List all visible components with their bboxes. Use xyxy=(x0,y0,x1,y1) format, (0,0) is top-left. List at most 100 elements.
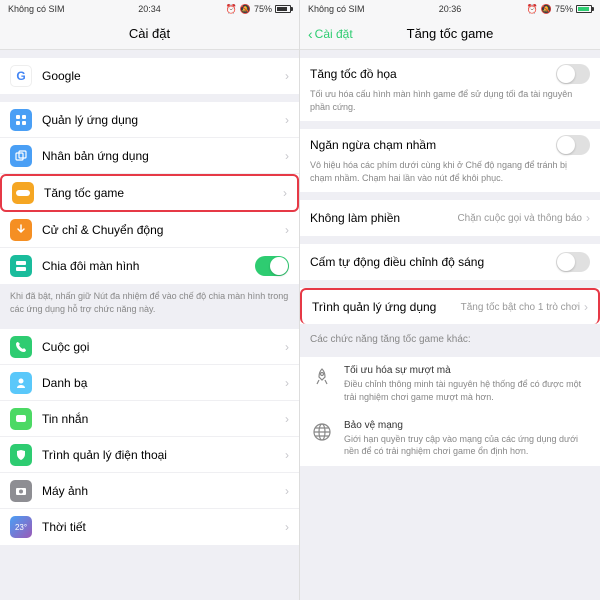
gesture-icon xyxy=(10,219,32,241)
row-description: Vô hiệu hóa các phím dưới cùng khi ở Chế… xyxy=(310,159,590,184)
sim-status: Không có SIM xyxy=(308,4,403,14)
row-label: Tin nhắn xyxy=(42,412,285,426)
chevron-right-icon: › xyxy=(285,340,289,354)
back-button[interactable]: ‹ Cài đặt xyxy=(308,26,353,42)
row-sublabel: Chặn cuộc gọi và thông báo xyxy=(457,213,582,224)
mistouch-toggle[interactable] xyxy=(556,135,590,155)
row-do-not-disturb[interactable]: Không làm phiền Chặn cuộc gọi và thông b… xyxy=(300,200,600,236)
row-label: Danh bạ xyxy=(42,376,285,390)
row-gestures[interactable]: Cử chỉ & Chuyển động › xyxy=(0,212,299,248)
feature-title: Tối ưu hóa sự mượt mà xyxy=(344,365,590,376)
sim-status: Không có SIM xyxy=(8,4,102,14)
rocket-icon xyxy=(310,365,334,389)
row-app-manager[interactable]: Trình quản lý ứng dụng Tăng tốc bật cho … xyxy=(300,288,600,324)
shield-icon xyxy=(10,444,32,466)
chevron-right-icon: › xyxy=(586,211,590,225)
back-label: Cài đặt xyxy=(315,27,353,41)
row-split-screen[interactable]: Chia đôi màn hình xyxy=(0,248,299,284)
clock: 20:34 xyxy=(102,4,196,14)
weather-icon: 23° xyxy=(10,516,32,538)
status-bar: Không có SIM 20:36 ⏰ 🔕 75% xyxy=(300,0,600,18)
apps-icon xyxy=(10,109,32,131)
row-app-management[interactable]: Quản lý ứng dụng › xyxy=(0,102,299,138)
row-label: Trình quản lý ứng dụng xyxy=(312,300,461,314)
alarm-icon: ⏰ xyxy=(226,4,237,15)
battery-icon xyxy=(275,5,291,13)
clone-icon xyxy=(10,145,32,167)
message-icon xyxy=(10,408,32,430)
feature-title: Bảo vệ mạng xyxy=(344,420,590,431)
chevron-right-icon: › xyxy=(285,69,289,83)
battery-text: 75% xyxy=(254,4,272,14)
row-contacts[interactable]: Danh bạ › xyxy=(0,365,299,401)
row-label: Tăng tốc game xyxy=(44,186,283,200)
row-label: Google xyxy=(42,69,285,83)
left-screen: Không có SIM 20:34 ⏰ 🔕 75% Cài đặt G Goo… xyxy=(0,0,300,600)
row-phone-manager[interactable]: Trình quản lý điện thoại › xyxy=(0,437,299,473)
chevron-right-icon: › xyxy=(285,484,289,498)
dnd-icon: 🔕 xyxy=(541,4,552,15)
row-graphics-boost[interactable]: Tăng tốc đồ họa Tối ưu hóa cấu hình màn … xyxy=(300,58,600,121)
row-brightness-lock[interactable]: Cấm tự động điều chỉnh độ sáng xyxy=(300,244,600,280)
split-screen-icon xyxy=(10,255,32,277)
gamepad-icon xyxy=(12,182,34,204)
chevron-right-icon: › xyxy=(285,113,289,127)
battery-text: 75% xyxy=(555,4,573,14)
clock: 20:36 xyxy=(403,4,498,14)
row-sublabel: Tăng tốc bật cho 1 trò chơi xyxy=(461,302,580,313)
other-features-title: Các chức năng tăng tốc game khác: xyxy=(300,324,600,349)
status-icons: ⏰ 🔕 75% xyxy=(197,4,291,15)
settings-list[interactable]: G Google › Quản lý ứng dụng › Nhân bản ứ… xyxy=(0,50,299,600)
phone-icon xyxy=(10,336,32,358)
row-label: Không làm phiền xyxy=(310,211,457,225)
chevron-right-icon: › xyxy=(285,412,289,426)
row-label: Nhân bản ứng dụng xyxy=(42,149,285,163)
chevron-right-icon: › xyxy=(285,376,289,390)
right-screen: Không có SIM 20:36 ⏰ 🔕 75% ‹ Cài đặt Tăn… xyxy=(300,0,600,600)
chevron-right-icon: › xyxy=(283,186,287,200)
row-label: Thời tiết xyxy=(42,520,285,534)
alarm-icon: ⏰ xyxy=(527,4,538,15)
row-mistouch-prevention[interactable]: Ngăn ngừa chạm nhầm Vô hiệu hóa các phím… xyxy=(300,129,600,192)
contacts-icon xyxy=(10,372,32,394)
page-title: Cài đặt xyxy=(129,26,170,41)
chevron-left-icon: ‹ xyxy=(308,26,313,42)
brightness-lock-toggle[interactable] xyxy=(556,252,590,272)
game-boost-list[interactable]: Tăng tốc đồ họa Tối ưu hóa cấu hình màn … xyxy=(300,50,600,600)
graphics-boost-toggle[interactable] xyxy=(556,64,590,84)
chevron-right-icon: › xyxy=(584,300,588,314)
row-google[interactable]: G Google › xyxy=(0,58,299,94)
row-label: Trình quản lý điện thoại xyxy=(42,448,285,462)
split-screen-toggle[interactable] xyxy=(255,256,289,276)
row-game-boost[interactable]: Tăng tốc game › xyxy=(0,174,299,212)
page-title: Tăng tốc game xyxy=(407,26,494,41)
row-weather[interactable]: 23° Thời tiết › xyxy=(0,509,299,545)
status-bar: Không có SIM 20:34 ⏰ 🔕 75% xyxy=(0,0,299,18)
row-label: Máy ảnh xyxy=(42,484,285,498)
feature-description: Điều chỉnh thông minh tài nguyên hệ thốn… xyxy=(344,378,590,403)
feature-smoothness: Tối ưu hóa sự mượt mà Điều chỉnh thông m… xyxy=(300,357,600,411)
navbar: ‹ Cài đặt Tăng tốc game xyxy=(300,18,600,50)
chevron-right-icon: › xyxy=(285,448,289,462)
row-label: Chia đôi màn hình xyxy=(42,259,255,273)
feature-network: Bảo vệ mạng Giới hạn quyền truy cập vào … xyxy=(300,412,600,466)
row-label: Cuộc gọi xyxy=(42,340,285,354)
row-messages[interactable]: Tin nhắn › xyxy=(0,401,299,437)
status-icons: ⏰ 🔕 75% xyxy=(497,4,592,15)
row-camera[interactable]: Máy ảnh › xyxy=(0,473,299,509)
dnd-icon: 🔕 xyxy=(240,4,251,15)
chevron-right-icon: › xyxy=(285,223,289,237)
row-description: Tối ưu hóa cấu hình màn hình game để sử … xyxy=(310,88,590,113)
navbar: Cài đặt xyxy=(0,18,299,50)
row-label: Cử chỉ & Chuyển động xyxy=(42,223,285,237)
row-label: Ngăn ngừa chạm nhầm xyxy=(310,138,556,152)
chevron-right-icon: › xyxy=(285,520,289,534)
globe-icon xyxy=(310,420,334,444)
feature-description: Giới hạn quyền truy cập vào mạng của các… xyxy=(344,433,590,458)
row-app-clone[interactable]: Nhân bản ứng dụng › xyxy=(0,138,299,174)
row-calls[interactable]: Cuộc gọi › xyxy=(0,329,299,365)
camera-icon xyxy=(10,480,32,502)
row-label: Quản lý ứng dụng xyxy=(42,113,285,127)
chevron-right-icon: › xyxy=(285,149,289,163)
split-screen-description: Khi đã bật, nhấn giữ Nút đa nhiệm để vào… xyxy=(0,284,299,321)
